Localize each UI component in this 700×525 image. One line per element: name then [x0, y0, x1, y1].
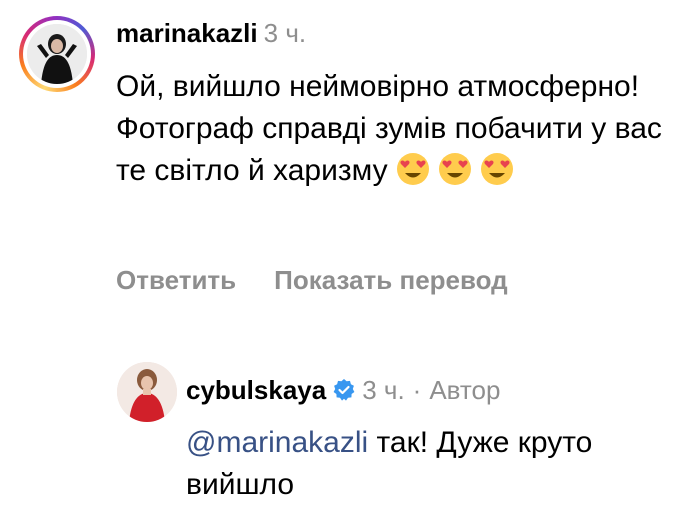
comment-text: Ой, вийшло неймовірно атмосферно! Фотогр… — [116, 66, 686, 198]
reply-button[interactable]: Ответить — [116, 265, 236, 295]
person-photo-icon — [117, 362, 177, 422]
person-photo-icon — [27, 24, 87, 84]
mention-link[interactable]: @marinakazli — [186, 426, 368, 459]
comment: marinakazli 3 ч. Ой, вийшло неймовірно ат… — [116, 16, 686, 198]
reply-header: cybulskaya 3 ч. · Автор — [186, 373, 686, 410]
reply-timestamp[interactable]: 3 ч. — [362, 375, 404, 405]
verified-badge-icon — [332, 376, 356, 410]
reply-comment: cybulskaya 3 ч. · Автор @marinakazli так! Д… — [186, 373, 686, 506]
avatar-photo — [27, 24, 87, 84]
author-label: Автор — [429, 375, 501, 405]
comment-body: Ой, вийшло неймовірно атмосферно! Фотогр… — [116, 70, 662, 187]
show-translation-button[interactable]: Показать перевод — [274, 265, 508, 295]
reply-text: @marinakazli так! Дуже круто вийшло — [186, 422, 686, 506]
heart-eyes-icon — [396, 152, 430, 198]
comment-header: marinakazli 3 ч. — [116, 16, 686, 50]
comment-timestamp[interactable]: 3 ч. — [264, 18, 306, 48]
comment-actions: Ответить Показать перевод — [116, 265, 508, 296]
avatar-cybulskaya[interactable] — [117, 362, 177, 422]
reply-username[interactable]: cybulskaya — [186, 375, 326, 405]
heart-eyes-icon — [438, 152, 472, 198]
avatar-marinakazli[interactable] — [19, 16, 95, 92]
separator-dot: · — [412, 375, 422, 405]
heart-eyes-icon — [480, 152, 514, 198]
comment-username[interactable]: marinakazli — [116, 18, 258, 48]
